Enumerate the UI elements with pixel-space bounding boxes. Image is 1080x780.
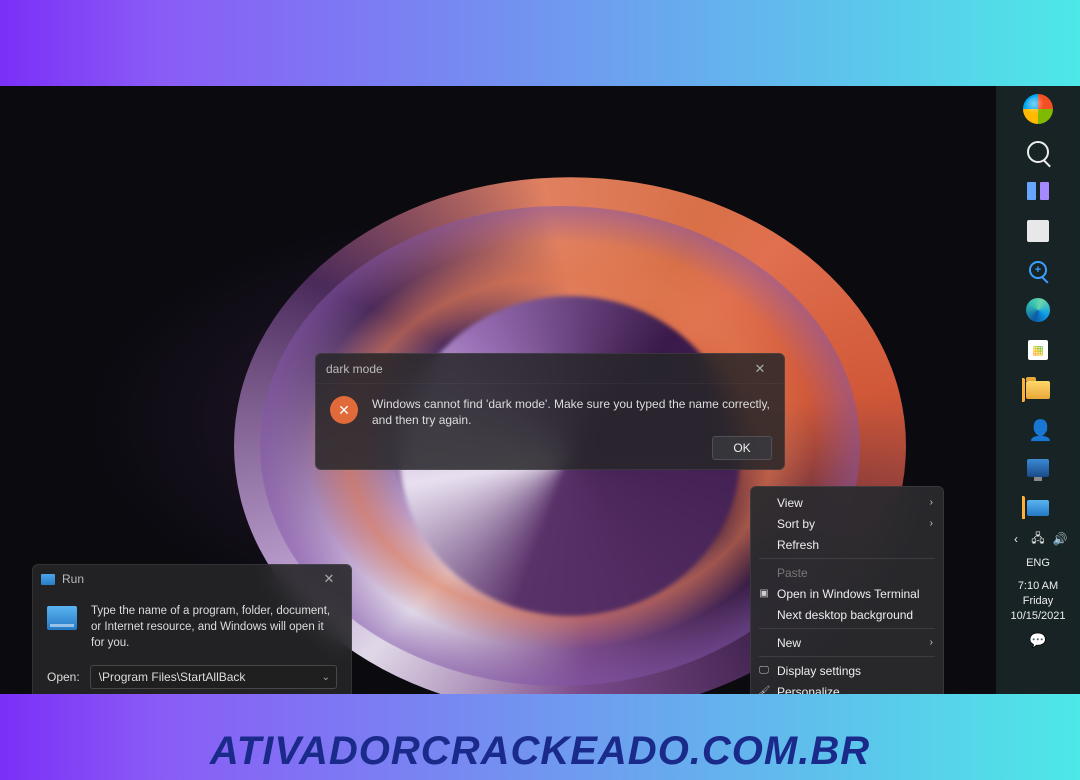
ctx-display-settings[interactable]: 🖵Display settings [751,660,943,681]
magnifier-icon: + [1029,261,1047,279]
ctx-paste: Paste [751,562,943,583]
desktop[interactable]: dark mode ✕ ✕ Windows cannot find 'dark … [0,86,996,694]
clock-time: 7:10 AM [1010,579,1065,594]
clock-day: Friday [1010,594,1065,609]
notification-center-icon[interactable]: 💬 [1029,632,1046,649]
separator [759,656,935,657]
chevron-down-icon[interactable]: ⌄ [322,672,330,683]
run-dialog-title: Run [62,572,315,586]
ctx-view[interactable]: View› [751,492,943,513]
tray-chevron-icon[interactable]: ‹ [1009,532,1023,546]
network-icon[interactable]: 🖧 [1031,532,1045,546]
run-big-icon [47,606,77,630]
language-indicator[interactable]: ENG [1026,557,1050,569]
clock-date: 10/15/2021 [1010,609,1065,624]
taskview-icon [1027,182,1049,200]
error-dialog-title: dark mode [326,362,746,376]
chevron-right-icon: › [930,518,933,529]
taskbar-run-app[interactable] [1022,497,1054,519]
brush-icon: 🖌 [757,686,771,695]
start-button[interactable] [1022,94,1054,124]
chevron-right-icon: › [930,637,933,648]
error-dialog: dark mode ✕ ✕ Windows cannot find 'dark … [315,353,785,470]
clock[interactable]: 7:10 AM Friday 10/15/2021 [1010,579,1065,624]
run-app-icon [41,574,55,585]
ctx-personalize[interactable]: 🖌Personalize [751,681,943,694]
store-icon [1028,340,1048,360]
person-icon: 👤 [1028,418,1048,440]
error-message: Windows cannot find 'dark mode'. Make su… [372,396,770,428]
separator [759,628,935,629]
taskbar-store[interactable] [1022,339,1054,361]
ctx-open-terminal[interactable]: ▣Open in Windows Terminal [751,583,943,604]
ctx-next-background[interactable]: Next desktop background [751,604,943,625]
run-open-combobox[interactable]: \Program Files\StartAllBack ⌄ [90,665,337,689]
watermark-text: ATIVADORCRACKEADO.COM.BR [0,729,1080,774]
run-dialog: Run ✕ Type the name of a program, folder… [32,564,352,694]
volume-icon[interactable]: 🔊 [1053,532,1067,546]
error-ok-button[interactable]: OK [712,436,772,460]
app-icon [1027,220,1049,242]
run-icon [1027,500,1049,516]
task-view-button[interactable] [1022,180,1054,202]
taskbar-contacts[interactable]: 👤 [1022,418,1054,440]
taskbar-magnifier[interactable]: + [1022,259,1054,281]
taskbar: + 👤 [996,86,1080,519]
error-x-icon: ✕ [330,396,358,424]
taskbar-app-blank[interactable] [1022,220,1054,242]
desktop-context-menu: View› Sort by› Refresh Paste ▣Open in Wi… [750,486,944,694]
monitor-icon [1027,459,1049,477]
chevron-right-icon: › [930,497,933,508]
separator [759,558,935,559]
active-indicator [1022,378,1025,402]
search-button[interactable] [1022,141,1054,163]
taskbar-monitor-app[interactable] [1022,457,1054,479]
run-open-value: \Program Files\StartAllBack [99,670,246,684]
folder-icon [1026,381,1050,399]
edge-icon [1026,298,1050,322]
system-tray: ‹ 🖧 🔊 ENG 7:10 AM Friday 10/15/2021 💬 [996,519,1080,694]
display-icon: 🖵 [757,665,771,677]
error-dialog-titlebar[interactable]: dark mode ✕ [316,354,784,384]
taskbar-explorer[interactable] [1022,379,1054,401]
run-dialog-titlebar[interactable]: Run ✕ [33,565,351,593]
ctx-refresh[interactable]: Refresh [751,534,943,555]
run-description: Type the name of a program, folder, docu… [91,603,337,651]
ctx-new[interactable]: New› [751,632,943,653]
close-icon[interactable]: ✕ [746,359,774,379]
run-open-label: Open: [47,670,80,684]
ctx-sort-by[interactable]: Sort by› [751,513,943,534]
active-indicator [1022,496,1025,520]
terminal-icon: ▣ [757,588,771,600]
taskbar-edge[interactable] [1022,298,1054,322]
search-icon [1027,141,1049,163]
close-icon[interactable]: ✕ [315,569,343,589]
